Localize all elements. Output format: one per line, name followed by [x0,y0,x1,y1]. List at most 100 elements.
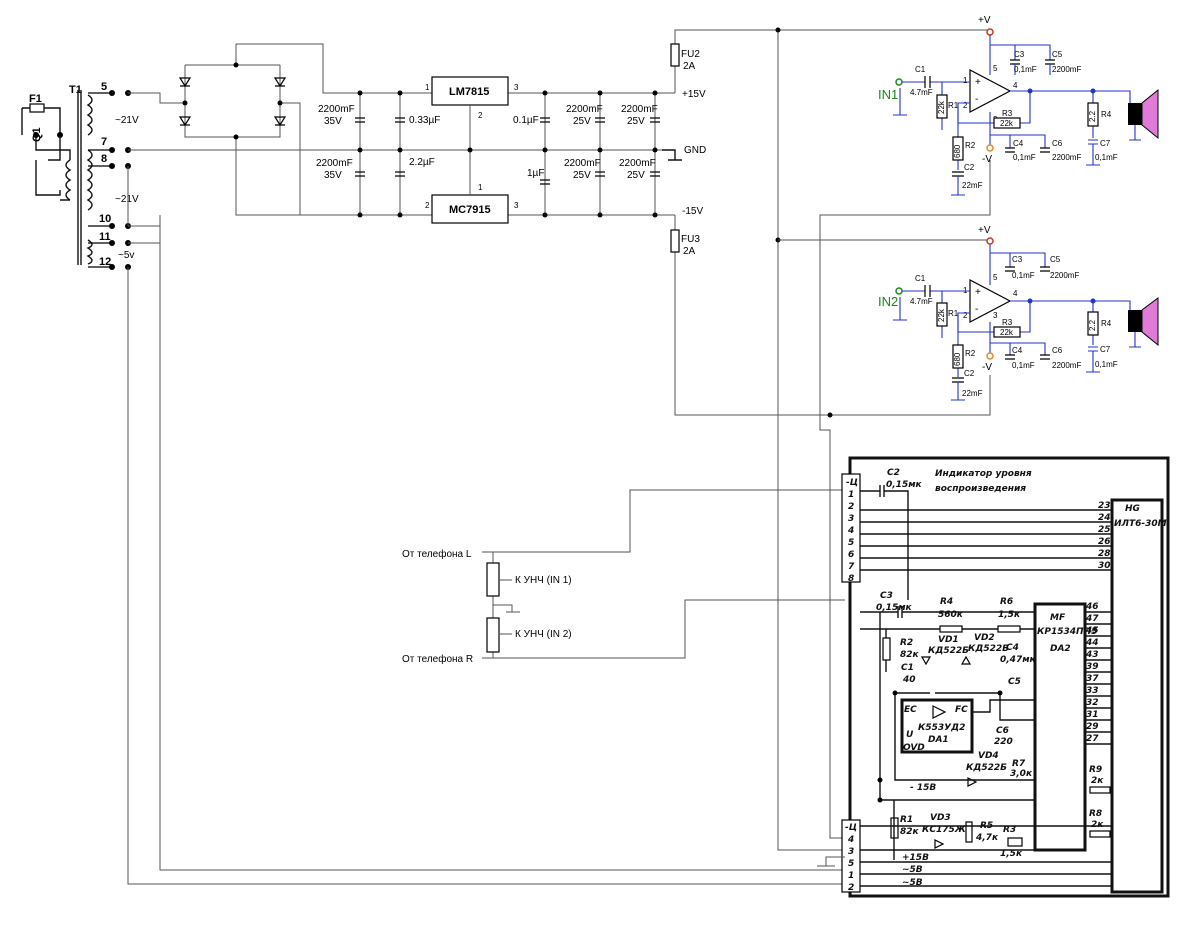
c1-label: C1 [901,663,914,673]
conn-pin: 5 [848,538,854,548]
vd3-label: VD3 [930,813,951,823]
amplifier-2: +V C3 0,1mF C5 2200mF + - 1 2 3 4 5 IN2 … [878,225,1159,401]
node [997,690,1003,696]
switch-wire [35,135,61,196]
in2-label: IN2 [878,294,898,309]
c6-label: C6 [996,726,1009,736]
node [542,90,548,96]
da1-label: DA1 [928,735,949,745]
c4-value: 0,47мк [1000,655,1037,665]
left-wire [482,489,845,553]
r3-label: R3 [1002,318,1013,327]
c5-label: C5 [1008,677,1021,687]
reg-pin: 2 [425,201,430,210]
vminus-label: -V [982,154,992,165]
da1-triangle [932,705,947,719]
c1-symbol [924,76,931,88]
mf-label: MF [1050,613,1066,623]
r4-value: 560к [938,610,964,620]
vd1 [920,656,932,666]
phone-input: От телефона L От телефона R К УНЧ (IN 1)… [402,489,845,665]
c3-value: 0,1mF [1014,65,1037,74]
r2-label: R2 [900,638,913,648]
plus15-label: +15V [682,89,706,100]
in1-terminal [895,78,903,86]
vplus-label: +V [978,15,991,26]
mf-pin: 29 [1086,722,1099,732]
c5-value: 2200mF [1050,271,1079,280]
mf-pin: 45 [1085,626,1099,636]
conn-pin: -Ц [845,823,857,833]
r4-value: 2.2 [1088,110,1097,122]
c1-value: 4.7mF [910,297,933,306]
hg-part: ИЛТ6-30М [1114,519,1167,529]
c2-value: 0,15мк [886,480,923,490]
ac5-wire-1 [159,215,845,871]
primary-coil [65,159,72,201]
vplus-terminal [986,237,994,245]
reg-pin: 3 [514,83,519,92]
hg-pin: 28 [1098,549,1111,559]
secondary-coil-2 [86,149,93,211]
transformer-section: F1 T1 Q1 5 7 8 10 11 12 ~21V ~21V ~5v [21,81,139,270]
pin-4: 4 [1013,81,1018,90]
r8-label: R8 [1089,809,1102,819]
vd2-label: VD2 [974,633,995,643]
hg-pin: 30 [1098,561,1111,571]
conn-pin: 5 [848,859,854,869]
hg-pin: 26 [1098,537,1111,547]
conn-pin: 2 [848,502,854,512]
to-in2: К УНЧ (IN 2) [515,629,572,640]
node [357,212,363,218]
output-wire [1010,90,1131,103]
pin-4: 4 [1013,289,1018,298]
wiper [499,579,512,635]
psu-section: LM7815 MC7915 1 2 3 2 1 3 2200mF 35V 220… [127,27,991,885]
c5-label: C5 [1052,50,1063,59]
node [1027,88,1033,94]
reg-pin: 2 [478,111,483,120]
hg-display [1110,498,1164,894]
da1-u: U [906,730,914,740]
node [652,147,658,153]
hg-pin: 24 [1098,513,1111,523]
node [877,797,883,803]
output-wire [1010,300,1131,312]
fu3-rating: 2A [683,246,696,257]
c4-value: 0,1mF [1012,361,1035,370]
fuse-fu2 [670,43,680,67]
node [233,134,239,140]
reg-pin: 3 [514,201,519,210]
plus-bus [777,30,845,851]
r2-value: 82к [900,650,920,660]
pin-10: 10 [99,213,111,225]
r3-label: R3 [1002,109,1013,118]
c3-value: 0,1mF [1012,271,1035,280]
mf-pin: 27 [1086,734,1099,744]
vplus-terminal [986,28,994,36]
r6-label: R6 [1000,597,1013,607]
node [542,147,548,153]
node [233,62,239,68]
plus-rail-out [674,29,991,93]
c3-label: C3 [1014,50,1025,59]
bridge-pos [236,43,432,94]
cap-value: 2200mF [316,158,353,169]
r2-value: 680 [953,144,962,158]
ext-gnd [817,856,845,867]
vd2-value: КД522Б [968,644,1009,654]
node [357,90,363,96]
fuse-fu3 [670,229,680,253]
speaker-gnd [1129,125,1141,141]
vd4-value: КД522Б [966,763,1007,773]
r1-label: R1 [900,815,913,825]
cap-value: 0.33µF [409,115,440,126]
node [597,147,603,153]
r2-value: 680 [953,352,962,366]
r5-value: 4,7к [975,833,999,843]
da1-ovd: OVD [903,743,925,753]
c2-wire [860,485,909,600]
reg-pin: 1 [478,183,483,192]
neg-caps [1005,354,1050,360]
r5 [965,821,973,843]
